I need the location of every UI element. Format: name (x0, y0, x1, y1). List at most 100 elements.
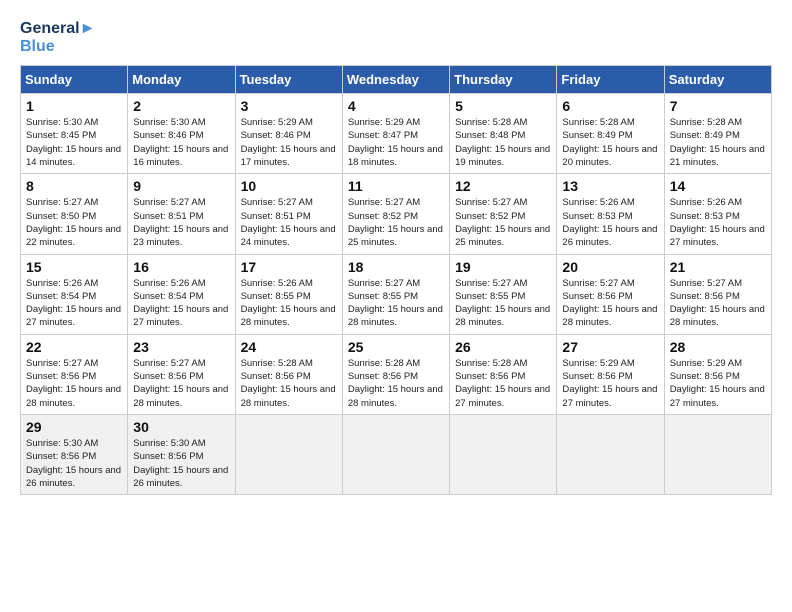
weekday-header-row: SundayMondayTuesdayWednesdayThursdayFrid… (21, 66, 772, 94)
calendar-day-cell: 1 Sunrise: 5:30 AMSunset: 8:45 PMDaylight… (21, 94, 128, 174)
day-info: Sunrise: 5:30 AMSunset: 8:56 PMDaylight:… (26, 437, 122, 490)
day-info: Sunrise: 5:28 AMSunset: 8:48 PMDaylight:… (455, 116, 551, 169)
calendar-day-cell: 10 Sunrise: 5:27 AMSunset: 8:51 PMDayligh… (235, 174, 342, 254)
calendar-day-cell: 6 Sunrise: 5:28 AMSunset: 8:49 PMDaylight… (557, 94, 664, 174)
calendar-week-row: 8 Sunrise: 5:27 AMSunset: 8:50 PMDaylight… (21, 174, 772, 254)
logo-general: General► (20, 20, 95, 38)
calendar-day-cell: 5 Sunrise: 5:28 AMSunset: 8:48 PMDaylight… (450, 94, 557, 174)
day-info: Sunrise: 5:27 AMSunset: 8:56 PMDaylight:… (670, 277, 766, 330)
day-number: 19 (455, 259, 551, 275)
day-number: 10 (241, 178, 337, 194)
calendar-day-cell: 15 Sunrise: 5:26 AMSunset: 8:54 PMDayligh… (21, 254, 128, 334)
calendar-week-row: 1 Sunrise: 5:30 AMSunset: 8:45 PMDaylight… (21, 94, 772, 174)
calendar-day-cell (664, 414, 771, 494)
calendar-week-row: 22 Sunrise: 5:27 AMSunset: 8:56 PMDayligh… (21, 334, 772, 414)
day-number: 6 (562, 98, 658, 114)
day-info: Sunrise: 5:27 AMSunset: 8:52 PMDaylight:… (348, 196, 444, 249)
day-number: 17 (241, 259, 337, 275)
calendar-day-cell: 3 Sunrise: 5:29 AMSunset: 8:46 PMDaylight… (235, 94, 342, 174)
logo-text-block: General► Blue (20, 20, 95, 55)
day-number: 16 (133, 259, 229, 275)
calendar-day-cell: 30 Sunrise: 5:30 AMSunset: 8:56 PMDayligh… (128, 414, 235, 494)
weekday-header-cell: Wednesday (342, 66, 449, 94)
day-number: 2 (133, 98, 229, 114)
day-number: 22 (26, 339, 122, 355)
weekday-header-cell: Thursday (450, 66, 557, 94)
day-info: Sunrise: 5:28 AMSunset: 8:56 PMDaylight:… (348, 357, 444, 410)
day-info: Sunrise: 5:30 AMSunset: 8:56 PMDaylight:… (133, 437, 229, 490)
day-info: Sunrise: 5:30 AMSunset: 8:46 PMDaylight:… (133, 116, 229, 169)
day-number: 30 (133, 419, 229, 435)
calendar-day-cell: 26 Sunrise: 5:28 AMSunset: 8:56 PMDayligh… (450, 334, 557, 414)
weekday-header-cell: Friday (557, 66, 664, 94)
calendar-day-cell: 8 Sunrise: 5:27 AMSunset: 8:50 PMDaylight… (21, 174, 128, 254)
day-info: Sunrise: 5:28 AMSunset: 8:56 PMDaylight:… (455, 357, 551, 410)
calendar-week-row: 15 Sunrise: 5:26 AMSunset: 8:54 PMDayligh… (21, 254, 772, 334)
day-info: Sunrise: 5:27 AMSunset: 8:50 PMDaylight:… (26, 196, 122, 249)
day-number: 5 (455, 98, 551, 114)
page-header: General► Blue (20, 20, 772, 55)
calendar-day-cell: 12 Sunrise: 5:27 AMSunset: 8:52 PMDayligh… (450, 174, 557, 254)
day-info: Sunrise: 5:28 AMSunset: 8:56 PMDaylight:… (241, 357, 337, 410)
day-number: 23 (133, 339, 229, 355)
calendar-day-cell (450, 414, 557, 494)
calendar-day-cell: 17 Sunrise: 5:26 AMSunset: 8:55 PMDayligh… (235, 254, 342, 334)
day-info: Sunrise: 5:29 AMSunset: 8:47 PMDaylight:… (348, 116, 444, 169)
logo: General► Blue (20, 20, 95, 55)
calendar-day-cell: 22 Sunrise: 5:27 AMSunset: 8:56 PMDayligh… (21, 334, 128, 414)
day-info: Sunrise: 5:27 AMSunset: 8:56 PMDaylight:… (562, 277, 658, 330)
calendar-body: 1 Sunrise: 5:30 AMSunset: 8:45 PMDaylight… (21, 94, 772, 495)
calendar-week-row: 29 Sunrise: 5:30 AMSunset: 8:56 PMDayligh… (21, 414, 772, 494)
day-info: Sunrise: 5:29 AMSunset: 8:46 PMDaylight:… (241, 116, 337, 169)
day-info: Sunrise: 5:27 AMSunset: 8:56 PMDaylight:… (26, 357, 122, 410)
day-number: 8 (26, 178, 122, 194)
weekday-header-cell: Sunday (21, 66, 128, 94)
day-info: Sunrise: 5:30 AMSunset: 8:45 PMDaylight:… (26, 116, 122, 169)
calendar-table: SundayMondayTuesdayWednesdayThursdayFrid… (20, 65, 772, 495)
day-info: Sunrise: 5:26 AMSunset: 8:55 PMDaylight:… (241, 277, 337, 330)
day-number: 11 (348, 178, 444, 194)
calendar-day-cell (557, 414, 664, 494)
day-info: Sunrise: 5:26 AMSunset: 8:54 PMDaylight:… (26, 277, 122, 330)
calendar-day-cell (342, 414, 449, 494)
calendar-day-cell: 2 Sunrise: 5:30 AMSunset: 8:46 PMDaylight… (128, 94, 235, 174)
day-info: Sunrise: 5:27 AMSunset: 8:56 PMDaylight:… (133, 357, 229, 410)
calendar-day-cell: 4Sunrise: 5:29 AMSunset: 8:47 PMDaylight… (342, 94, 449, 174)
day-number: 3 (241, 98, 337, 114)
calendar-day-cell: 7Sunrise: 5:28 AMSunset: 8:49 PMDaylight… (664, 94, 771, 174)
day-info: Sunrise: 5:27 AMSunset: 8:51 PMDaylight:… (133, 196, 229, 249)
day-info: Sunrise: 5:29 AMSunset: 8:56 PMDaylight:… (562, 357, 658, 410)
day-number: 1 (26, 98, 122, 114)
calendar-day-cell: 9Sunrise: 5:27 AMSunset: 8:51 PMDaylight… (128, 174, 235, 254)
day-info: Sunrise: 5:26 AMSunset: 8:53 PMDaylight:… (670, 196, 766, 249)
day-number: 14 (670, 178, 766, 194)
calendar-day-cell: 29 Sunrise: 5:30 AMSunset: 8:56 PMDayligh… (21, 414, 128, 494)
logo-blue: Blue (20, 38, 95, 56)
calendar-day-cell: 24Sunrise: 5:28 AMSunset: 8:56 PMDayligh… (235, 334, 342, 414)
calendar-day-cell: 14 Sunrise: 5:26 AMSunset: 8:53 PMDayligh… (664, 174, 771, 254)
calendar-day-cell: 23 Sunrise: 5:27 AMSunset: 8:56 PMDayligh… (128, 334, 235, 414)
calendar-day-cell: 28Sunrise: 5:29 AMSunset: 8:56 PMDayligh… (664, 334, 771, 414)
day-info: Sunrise: 5:27 AMSunset: 8:55 PMDaylight:… (348, 277, 444, 330)
day-number: 12 (455, 178, 551, 194)
day-info: Sunrise: 5:27 AMSunset: 8:55 PMDaylight:… (455, 277, 551, 330)
weekday-header-cell: Monday (128, 66, 235, 94)
day-number: 29 (26, 419, 122, 435)
calendar-day-cell: 21Sunrise: 5:27 AMSunset: 8:56 PMDayligh… (664, 254, 771, 334)
day-info: Sunrise: 5:27 AMSunset: 8:52 PMDaylight:… (455, 196, 551, 249)
day-info: Sunrise: 5:26 AMSunset: 8:53 PMDaylight:… (562, 196, 658, 249)
day-info: Sunrise: 5:27 AMSunset: 8:51 PMDaylight:… (241, 196, 337, 249)
day-number: 15 (26, 259, 122, 275)
day-number: 7 (670, 98, 766, 114)
calendar-day-cell: 27 Sunrise: 5:29 AMSunset: 8:56 PMDayligh… (557, 334, 664, 414)
day-number: 27 (562, 339, 658, 355)
weekday-header-cell: Saturday (664, 66, 771, 94)
calendar-day-cell: 18Sunrise: 5:27 AMSunset: 8:55 PMDayligh… (342, 254, 449, 334)
day-number: 26 (455, 339, 551, 355)
weekday-header-cell: Tuesday (235, 66, 342, 94)
day-info: Sunrise: 5:29 AMSunset: 8:56 PMDaylight:… (670, 357, 766, 410)
calendar-day-cell (235, 414, 342, 494)
calendar-day-cell: 11 Sunrise: 5:27 AMSunset: 8:52 PMDayligh… (342, 174, 449, 254)
day-info: Sunrise: 5:26 AMSunset: 8:54 PMDaylight:… (133, 277, 229, 330)
day-info: Sunrise: 5:28 AMSunset: 8:49 PMDaylight:… (562, 116, 658, 169)
